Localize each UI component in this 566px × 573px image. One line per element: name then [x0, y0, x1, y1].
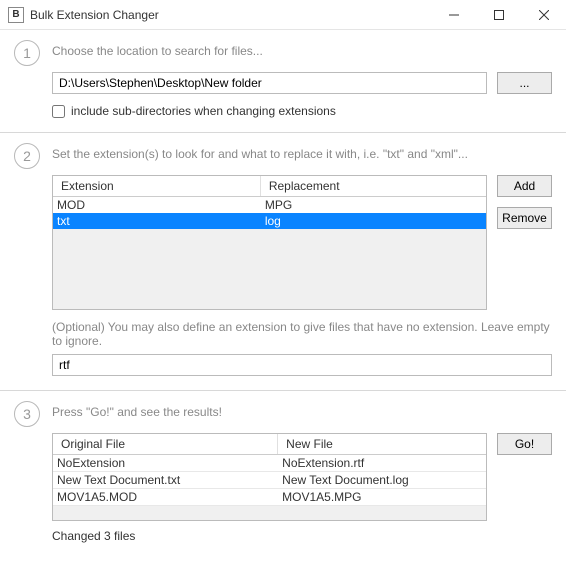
include-subdirs-checkbox[interactable]: [52, 105, 65, 118]
step-2: 2 Set the extension(s) to look for and w…: [0, 133, 566, 391]
window-title: Bulk Extension Changer: [30, 8, 159, 22]
add-button[interactable]: Add: [497, 175, 552, 197]
col-new-file[interactable]: New File: [278, 434, 486, 454]
app-icon: B: [8, 7, 24, 23]
go-button[interactable]: Go!: [497, 433, 552, 455]
path-input[interactable]: [52, 72, 487, 94]
cell-new-file: MOV1A5.MPG: [278, 489, 486, 505]
step-2-badge: 2: [14, 143, 40, 169]
table-row[interactable]: MOV1A5.MODMOV1A5.MPG: [53, 489, 486, 506]
titlebar: B Bulk Extension Changer: [0, 0, 566, 30]
cell-replacement: log: [261, 213, 486, 229]
maximize-button[interactable]: [476, 0, 521, 30]
minimize-button[interactable]: [431, 0, 476, 30]
remove-button[interactable]: Remove: [497, 207, 552, 229]
table-row[interactable]: MODMPG: [53, 197, 486, 213]
table-row[interactable]: New Text Document.txtNew Text Document.l…: [53, 472, 486, 489]
step-3-badge: 3: [14, 401, 40, 427]
extension-table[interactable]: Extension Replacement MODMPGtxtlog: [52, 175, 487, 310]
results-table[interactable]: Original File New File NoExtensionNoExte…: [52, 433, 487, 521]
cell-new-file: NoExtension.rtf: [278, 455, 486, 471]
cell-new-file: New Text Document.log: [278, 472, 486, 488]
status-text: Changed 3 files: [52, 529, 552, 543]
cell-original-file: New Text Document.txt: [53, 472, 278, 488]
step-3-desc: Press "Go!" and see the results!: [52, 401, 552, 419]
no-ext-note: (Optional) You may also define an extens…: [52, 320, 552, 348]
col-extension[interactable]: Extension: [53, 176, 261, 196]
table-row[interactable]: txtlog: [53, 213, 486, 229]
step-3: 3 Press "Go!" and see the results! Origi…: [0, 391, 566, 557]
no-ext-input[interactable]: [52, 354, 552, 376]
step-1-desc: Choose the location to search for files.…: [52, 40, 552, 58]
cell-extension: txt: [53, 213, 261, 229]
cell-replacement: MPG: [261, 197, 486, 213]
step-1-badge: 1: [14, 40, 40, 66]
cell-original-file: MOV1A5.MOD: [53, 489, 278, 505]
include-subdirs-label: include sub-directories when changing ex…: [71, 104, 336, 118]
step-2-desc: Set the extension(s) to look for and wha…: [52, 143, 552, 161]
step-1: 1 Choose the location to search for file…: [0, 30, 566, 133]
browse-button[interactable]: ...: [497, 72, 552, 94]
include-subdirs-row[interactable]: include sub-directories when changing ex…: [52, 104, 552, 118]
close-button[interactable]: [521, 0, 566, 30]
cell-extension: MOD: [53, 197, 261, 213]
cell-original-file: NoExtension: [53, 455, 278, 471]
col-replacement[interactable]: Replacement: [261, 176, 486, 196]
col-original-file[interactable]: Original File: [53, 434, 278, 454]
table-row[interactable]: NoExtensionNoExtension.rtf: [53, 455, 486, 472]
